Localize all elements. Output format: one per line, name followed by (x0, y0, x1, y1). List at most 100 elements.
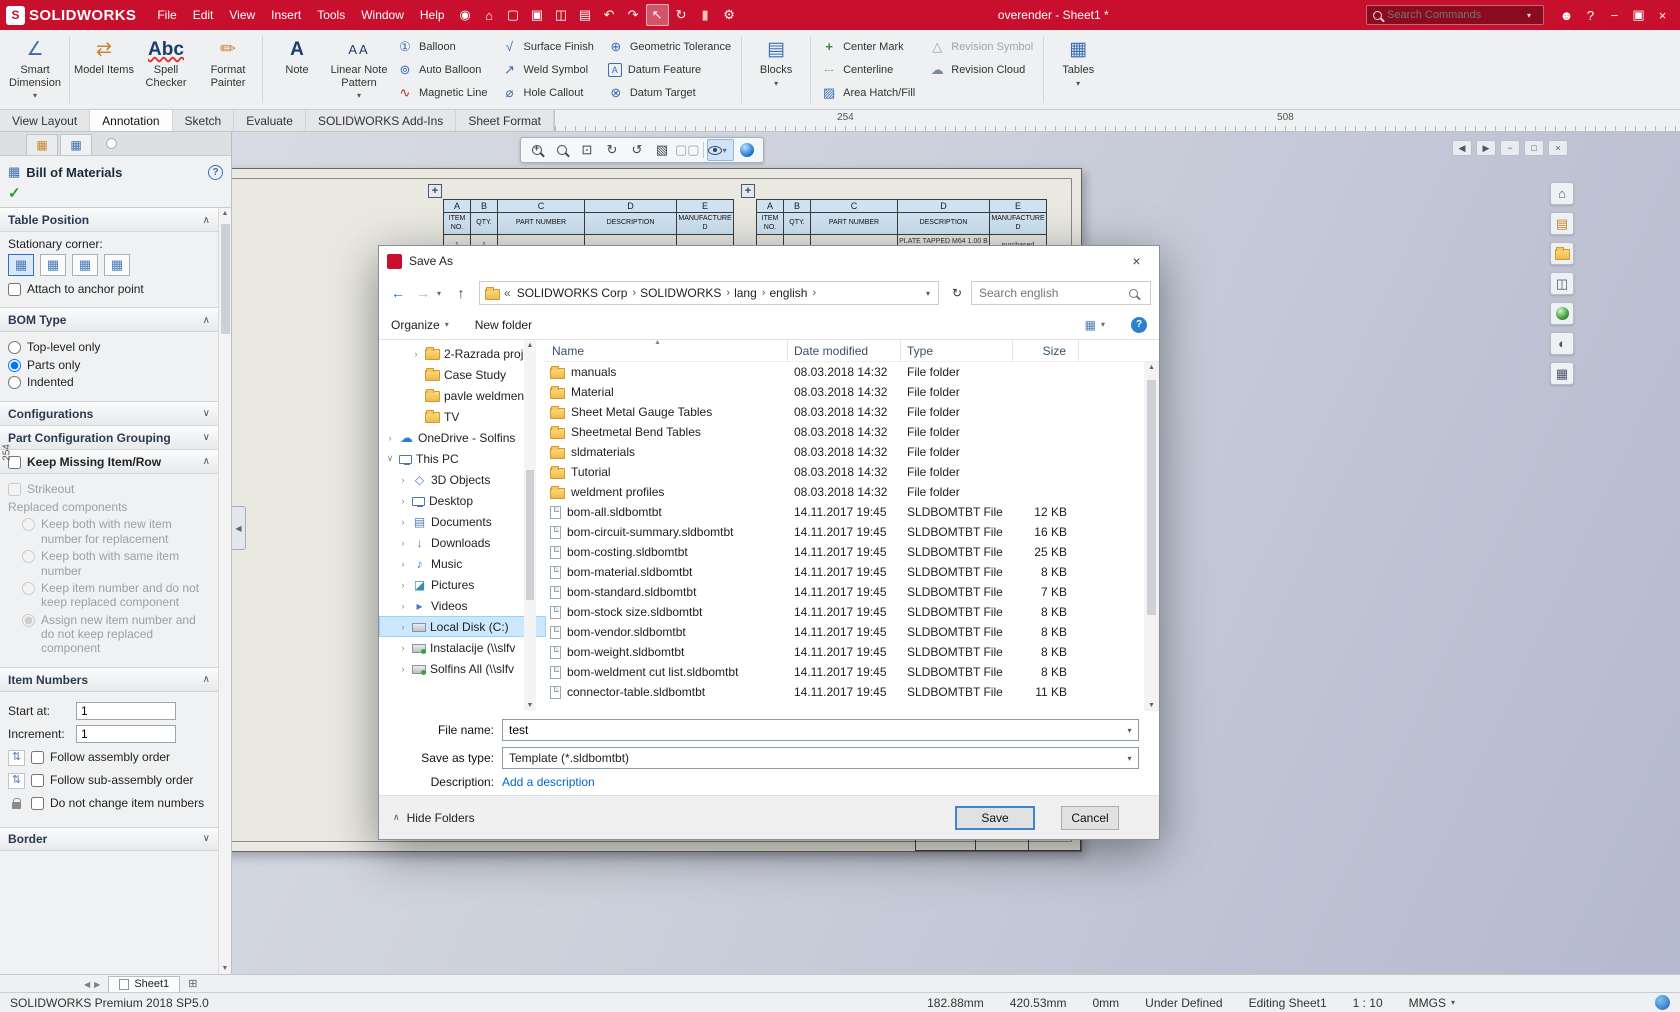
magnetic-line-button[interactable]: ∿ Magnetic Line (392, 82, 493, 104)
add-description-link[interactable]: Add a description (502, 775, 595, 789)
column-type[interactable]: Type (901, 340, 1013, 361)
breadcrumb-item[interactable]: SOLIDWORKS Corp › (515, 286, 638, 300)
help-icon[interactable]: ? (1579, 4, 1602, 26)
scroll-up-icon[interactable]: ▲ (1148, 364, 1155, 371)
file-row[interactable]: connector-table.sldbomtbt 14.11.2017 19:… (546, 682, 1159, 702)
breadcrumb-separator-icon[interactable]: › (807, 287, 816, 299)
column-name[interactable]: Name (546, 340, 788, 361)
breadcrumb-overflow[interactable]: « (502, 286, 513, 300)
file-row[interactable]: Material 08.03.2018 14:32 File folder (546, 382, 1159, 402)
property-manager-tab[interactable]: ▦ (60, 134, 92, 155)
breadcrumb-separator-icon[interactable]: › (757, 287, 766, 299)
command-tab[interactable]: Evaluate (234, 110, 306, 131)
previous-document-icon[interactable]: ◀ (1452, 140, 1472, 156)
follow-assembly-order-checkbox[interactable]: Follow assembly order (31, 750, 170, 764)
menu-item[interactable]: File (149, 4, 184, 26)
table-move-handle-icon[interactable]: + (741, 184, 755, 198)
new-folder-button[interactable]: New folder (475, 318, 532, 332)
menu-item[interactable]: Help (412, 4, 453, 26)
search-caret-icon[interactable]: ▾ (1527, 11, 1537, 20)
file-row[interactable]: manuals 08.03.2018 14:32 File folder (546, 362, 1159, 382)
start-at-input[interactable] (76, 702, 176, 720)
doc-minimize-icon[interactable]: − (1500, 140, 1520, 156)
column-size[interactable]: Size (1013, 340, 1079, 361)
center-mark-button[interactable]: + Center Mark (816, 36, 920, 58)
corner-top-left-button[interactable]: ▦ (8, 254, 34, 276)
datum-feature-button[interactable]: A Datum Feature (603, 59, 736, 81)
breadcrumb-item[interactable]: SOLIDWORKS › (638, 286, 732, 300)
file-row[interactable]: bom-standard.sldbomtbt 14.11.2017 19:45 … (546, 582, 1159, 602)
minimize-icon[interactable]: − (1603, 4, 1626, 26)
expand-chevron-icon[interactable]: › (398, 601, 408, 611)
search-input[interactable] (979, 286, 1123, 300)
sheet-tab[interactable]: Sheet1 (108, 976, 180, 992)
balloon-button[interactable]: ① Balloon (392, 36, 493, 58)
expand-chevron-icon[interactable]: › (411, 349, 421, 359)
file-row[interactable]: Sheetmetal Bend Tables 08.03.2018 14:32 … (546, 422, 1159, 442)
tree-item[interactable]: › Downloads (379, 532, 546, 553)
save-as-type-combo[interactable]: Template (*.sldbomtbt) ▾ (502, 747, 1139, 769)
address-bar[interactable]: « SOLIDWORKS Corp › SOLIDWORKS › lang › (479, 281, 939, 305)
search-commands-input[interactable] (1387, 9, 1527, 21)
weld-symbol-button[interactable]: ↗ Weld Symbol (497, 59, 599, 81)
expand-chevron-icon[interactable]: › (398, 496, 408, 506)
command-tab[interactable]: Sketch (173, 110, 235, 131)
linear-note-pattern-button[interactable]: AA Linear Note Pattern ▾ (328, 32, 390, 107)
change-view-button[interactable]: ▦ ▾ (1085, 318, 1111, 332)
model-items-button[interactable]: ⇄ Model Items (73, 32, 135, 107)
dialog-close-icon[interactable]: × (1114, 247, 1159, 276)
ok-check-icon[interactable]: ✓ (0, 183, 231, 208)
solidworks-resources-icon[interactable]: ⌂ (1550, 182, 1574, 205)
zoom-to-area-icon[interactable] (550, 139, 574, 161)
geometric-tolerance-button[interactable]: ⊕ Geometric Tolerance (603, 36, 736, 58)
section-bom-type[interactable]: BOM Type ∧ (0, 308, 218, 332)
restore-icon[interactable]: ▣ (1627, 4, 1650, 26)
print-icon[interactable]: ▤ (574, 4, 597, 26)
expand-chevron-icon[interactable]: › (398, 622, 408, 632)
note-button[interactable]: A Note (266, 32, 328, 107)
file-name-input[interactable] (503, 723, 1121, 737)
menu-item[interactable]: Insert (263, 4, 309, 26)
doc-close-icon[interactable]: × (1548, 140, 1568, 156)
section-item-numbers[interactable]: Item Numbers ∧ (0, 668, 218, 692)
user-icon[interactable]: ☻ (1555, 4, 1578, 26)
area-hatch-fill-button[interactable]: ▨ Area Hatch/Fill (816, 82, 920, 104)
close-icon[interactable]: × (1651, 4, 1674, 26)
back-icon[interactable]: ← (387, 281, 409, 305)
open-icon[interactable]: ▣ (526, 4, 549, 26)
do-not-change-numbers-checkbox[interactable]: Do not change item numbers (31, 796, 204, 810)
help-icon[interactable]: ? (208, 165, 223, 180)
scroll-up-icon[interactable]: ▲ (222, 210, 229, 217)
search-box[interactable] (971, 281, 1151, 305)
file-explorer-icon[interactable] (1550, 242, 1574, 265)
corner-top-right-button[interactable]: ▦ (40, 254, 66, 276)
tag-status-icon[interactable] (1655, 995, 1670, 1010)
rebuild-icon[interactable]: ↻ (670, 4, 693, 26)
smart-dimension-button[interactable]: ∠ Smart Dimension ▾ (4, 32, 66, 107)
top-level-only-radio[interactable]: Top-level only (8, 340, 210, 354)
select-cursor-icon[interactable]: ↖ (646, 4, 669, 26)
tree-item[interactable]: TV (379, 406, 546, 427)
expand-chevron-icon[interactable]: › (385, 433, 395, 443)
tree-item[interactable]: Case Study (379, 364, 546, 385)
attach-to-anchor-checkbox[interactable]: Attach to anchor point (8, 282, 210, 296)
dialog-help-icon[interactable]: ? (1131, 317, 1147, 333)
file-row[interactable]: weldment profiles 08.03.2018 14:32 File … (546, 482, 1159, 502)
menu-item[interactable]: Tools (309, 4, 353, 26)
parts-only-radio[interactable]: Parts only (8, 358, 210, 372)
hide-folders-button[interactable]: ∧ Hide Folders (393, 811, 475, 825)
tree-item[interactable]: › OneDrive - Solfins (379, 427, 546, 448)
file-row[interactable]: bom-stock size.sldbomtbt 14.11.2017 19:4… (546, 602, 1159, 622)
home-icon[interactable]: ⌂ (478, 4, 501, 26)
increment-input[interactable] (76, 725, 176, 743)
scrollbar-thumb[interactable] (1147, 380, 1156, 615)
custom-properties-icon[interactable]: ▦ (1550, 362, 1574, 385)
view-palette-icon[interactable]: ◫ (1550, 272, 1574, 295)
menu-item[interactable]: Edit (185, 4, 222, 26)
scenes-icon[interactable]: ◐ (1550, 332, 1574, 355)
table-move-handle-icon[interactable]: + (428, 184, 442, 198)
view-settings-sphere-icon[interactable] (735, 139, 759, 161)
panel-handle[interactable] (106, 138, 117, 149)
breadcrumb-separator-icon[interactable]: › (721, 287, 730, 299)
up-icon[interactable]: ↑ (450, 281, 472, 305)
